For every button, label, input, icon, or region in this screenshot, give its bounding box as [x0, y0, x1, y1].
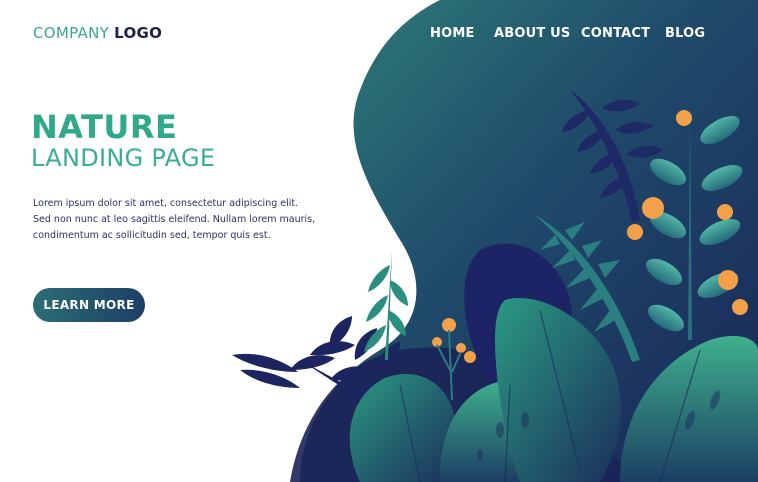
learn-more-button[interactable]: LEARN MORE — [33, 288, 145, 322]
logo-word-text: LOGO — [114, 24, 163, 42]
nav-blog[interactable]: BLOG — [665, 26, 705, 41]
description-line: Sed non nunc at leo sagittis eleifend. N… — [33, 214, 316, 225]
hero-description: Lorem ipsum dolor sit amet, consectetur … — [33, 196, 333, 244]
description-line: Lorem ipsum dolor sit amet, consectetur … — [33, 198, 299, 209]
description-line: condimentum ac sollicitudin sed, tempor … — [33, 230, 271, 241]
nav-home[interactable]: HOME — [430, 26, 475, 41]
hero-subtitle: LANDING PAGE — [31, 144, 216, 172]
nav-contact[interactable]: CONTACT — [581, 26, 650, 41]
company-logo[interactable]: COMPANY LOGO — [33, 24, 162, 42]
hero-title: NATURE — [31, 108, 178, 146]
nav-about-us[interactable]: ABOUT US — [494, 26, 571, 41]
logo-company-text: COMPANY — [33, 24, 110, 42]
